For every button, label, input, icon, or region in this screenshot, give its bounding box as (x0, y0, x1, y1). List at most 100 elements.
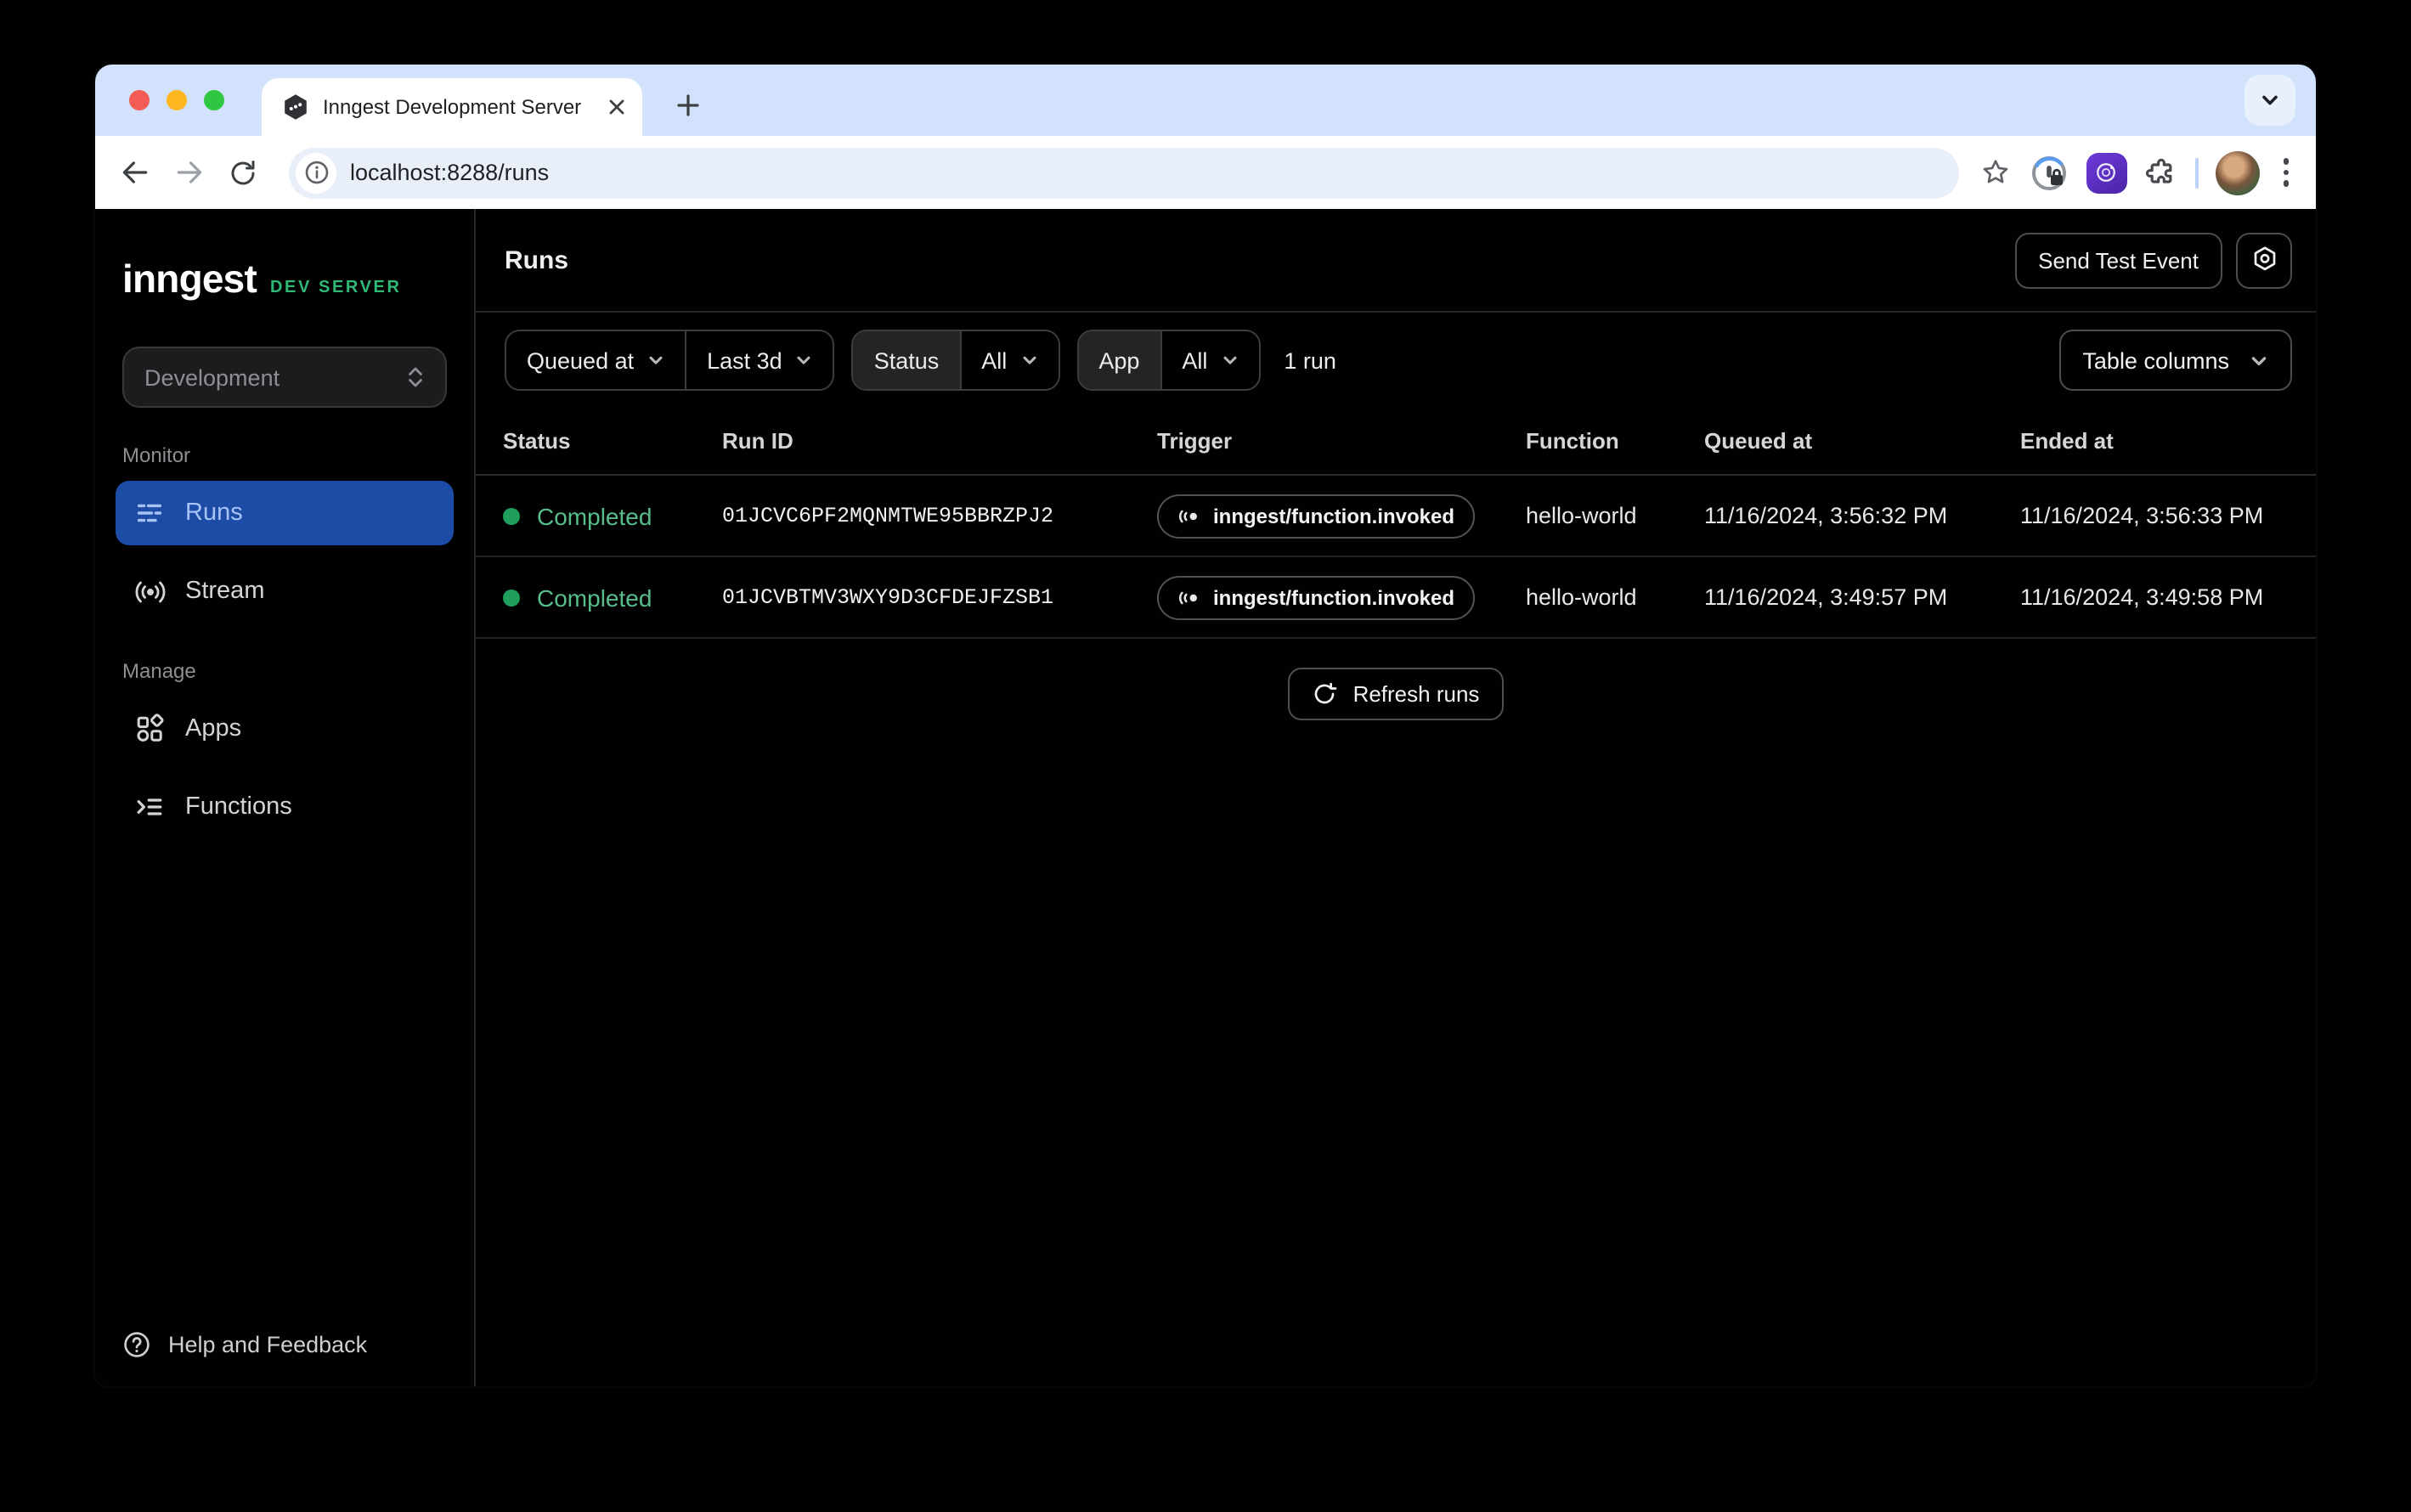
sidebar-item-functions[interactable]: Functions (116, 775, 454, 839)
browser-window: Inngest Development Server (95, 65, 2316, 1386)
refresh-runs-label: Refresh runs (1353, 681, 1480, 707)
status-filter-label: Status (854, 331, 960, 389)
environment-selector[interactable]: Development (122, 347, 447, 408)
status-dot-completed (503, 589, 520, 606)
column-header-queued-at: Queued at (1704, 428, 2020, 454)
chevron-down-icon (1020, 352, 1037, 369)
close-button[interactable] (129, 90, 150, 110)
sidebar-item-label: Stream (185, 578, 265, 605)
time-field-label: Queued at (527, 347, 634, 373)
profile-avatar[interactable] (2215, 150, 2259, 195)
trigger-badge[interactable]: inngest/function.invoked (1157, 494, 1475, 538)
function-name: hello-world (1526, 503, 1704, 528)
extension-icon[interactable] (2086, 152, 2126, 193)
sidebar-item-runs[interactable]: Runs (116, 481, 454, 545)
browser-tab[interactable]: Inngest Development Server (262, 78, 642, 136)
settings-button[interactable] (2236, 232, 2292, 288)
tab-strip: Inngest Development Server (95, 65, 2316, 136)
trigger-name: inngest/function.invoked (1213, 504, 1454, 528)
status-dot-completed (503, 507, 520, 524)
help-and-feedback[interactable]: Help and Feedback (122, 1330, 367, 1359)
refresh-icon (1313, 681, 1338, 707)
function-name: hello-world (1526, 584, 1704, 610)
functions-icon (134, 792, 165, 822)
refresh-runs-button[interactable]: Refresh runs (1289, 668, 1504, 720)
zoom-button[interactable] (204, 90, 224, 110)
chevron-down-icon (796, 352, 813, 369)
ended-at-value: 11/16/2024, 3:56:33 PM (2020, 503, 2316, 528)
send-test-event-label: Send Test Event (2038, 247, 2199, 273)
forward-icon[interactable] (167, 150, 211, 195)
inngest-favicon (282, 93, 309, 121)
queued-at-value: 11/16/2024, 3:56:32 PM (1704, 503, 2020, 528)
run-count: 1 run (1284, 347, 1336, 373)
sidebar-item-apps[interactable]: Apps (116, 697, 454, 761)
browser-menu-icon[interactable] (2276, 152, 2295, 193)
site-info-icon[interactable] (296, 152, 336, 193)
column-header-ended-at: Ended at (2020, 428, 2316, 454)
help-label: Help and Feedback (168, 1332, 367, 1357)
back-icon[interactable] (112, 150, 156, 195)
trigger-badge[interactable]: inngest/function.invoked (1157, 575, 1475, 619)
time-field-dropdown[interactable]: Queued at (506, 331, 685, 389)
section-label-manage: Manage (122, 659, 447, 683)
onepassword-extension-icon[interactable] (2028, 152, 2069, 193)
window-controls (129, 90, 224, 110)
table-columns-button[interactable]: Table columns (2058, 330, 2292, 391)
toolbar-right-cluster (1979, 150, 2295, 195)
app-filter-value: All (1182, 347, 1207, 373)
run-id: 01JCVBTMV3WXY9D3CFDEJFZSB1 (722, 585, 1157, 609)
url-text: localhost:8288/runs (350, 160, 549, 185)
table-row[interactable]: Completed 01JCVBTMV3WXY9D3CFDEJFZSB1 inn… (476, 557, 2316, 639)
tab-search-chevron-icon[interactable] (2244, 75, 2295, 126)
queued-at-value: 11/16/2024, 3:49:57 PM (1704, 584, 2020, 610)
dev-server-badge: DEV SERVER (270, 279, 402, 297)
updown-chevron-icon (406, 365, 425, 389)
chevron-down-icon (2250, 351, 2268, 370)
table-columns-label: Table columns (2082, 347, 2229, 373)
status-filter-value: All (981, 347, 1007, 373)
app-filter-label: App (1078, 331, 1160, 389)
bookmark-star-icon[interactable] (1979, 156, 2011, 189)
sidebar: inngest DEV SERVER Development Monitor R… (95, 209, 476, 1386)
logo-row: inngest DEV SERVER (95, 209, 474, 302)
sidebar-item-label: Apps (185, 715, 241, 742)
app-filter: App All (1076, 330, 1260, 391)
sidebar-item-stream[interactable]: Stream (116, 559, 454, 623)
tab-title: Inngest Development Server (323, 95, 595, 119)
extensions-puzzle-icon[interactable] (2143, 155, 2177, 189)
column-header-function: Function (1526, 428, 1704, 454)
status-label: Completed (537, 584, 652, 611)
tab-close-icon[interactable] (608, 99, 625, 116)
status-filter-dropdown[interactable]: All (959, 331, 1058, 389)
status-filter: Status All (852, 330, 1060, 391)
reload-icon[interactable] (221, 150, 265, 195)
table-header: Status Run ID Trigger Function Queued at… (476, 408, 2316, 476)
address-bar[interactable]: localhost:8288/runs (289, 147, 1958, 198)
event-trigger-icon (1177, 504, 1201, 528)
minimize-button[interactable] (167, 90, 187, 110)
ended-at-value: 11/16/2024, 3:49:58 PM (2020, 584, 2316, 610)
sidebar-item-label: Functions (185, 793, 292, 821)
time-range-dropdown[interactable]: Last 3d (685, 331, 833, 389)
sidebar-item-label: Runs (185, 499, 243, 527)
status-label: Completed (537, 502, 652, 529)
table-row[interactable]: Completed 01JCVC6PF2MQNMTWE95BBRZPJ2 inn… (476, 476, 2316, 557)
filter-bar: Queued at Last 3d Status Al (476, 313, 2316, 408)
time-range-label: Last 3d (707, 347, 782, 373)
gear-icon (2249, 245, 2279, 275)
send-test-event-button[interactable]: Send Test Event (2014, 232, 2222, 288)
toolbar-divider (2194, 157, 2198, 188)
column-header-run-id: Run ID (722, 428, 1157, 454)
runs-icon (134, 498, 165, 528)
app-filter-dropdown[interactable]: All (1160, 331, 1258, 389)
trigger-cell: inngest/function.invoked (1157, 494, 1526, 538)
browser-toolbar: localhost:8288/runs (95, 136, 2316, 209)
new-tab-icon[interactable] (666, 83, 710, 127)
section-label-monitor: Monitor (122, 443, 447, 467)
app-content: inngest DEV SERVER Development Monitor R… (95, 209, 2316, 1386)
apps-icon (134, 714, 165, 744)
main-panel: Runs Send Test Event Queued at (476, 209, 2316, 1386)
column-header-trigger: Trigger (1157, 428, 1526, 454)
inngest-logo: inngest (122, 257, 257, 302)
